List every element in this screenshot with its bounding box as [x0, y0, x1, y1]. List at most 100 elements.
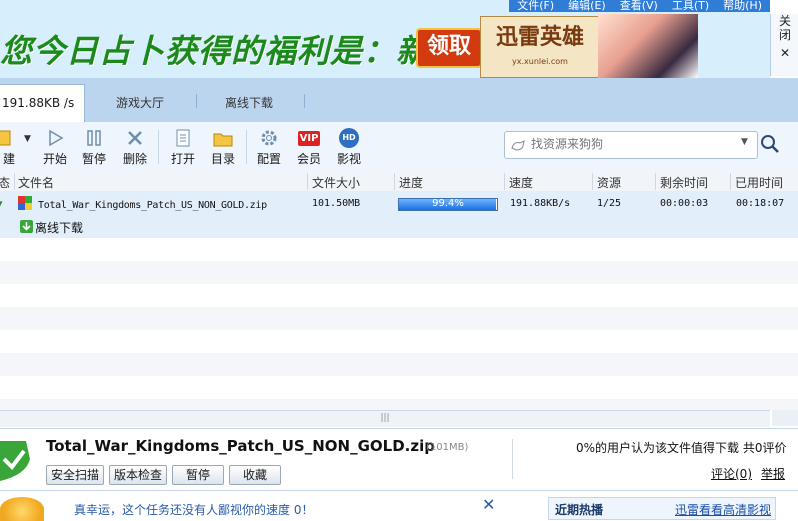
tab-downloading[interactable]: 191.88KB /s: [0, 84, 85, 123]
menu-view[interactable]: 查看(V): [620, 0, 658, 12]
shield-check-icon: [0, 441, 30, 481]
close-label-2: 闭: [778, 28, 791, 42]
new-task-icon: [0, 128, 12, 148]
bottom-bar: 真幸运，这个任务还没有人鄙视你的速度 0！ ✕ 近期热播 迅雷看看高清影视: [0, 490, 798, 521]
scroll-grip[interactable]: |||: [380, 413, 389, 423]
pause-button[interactable]: 暂停: [77, 128, 111, 167]
download-speed: 191.88KB/s: [510, 198, 571, 209]
offline-download-icon: [20, 220, 33, 233]
empty-row: [0, 238, 798, 261]
vip-button[interactable]: VIP 会员: [292, 128, 326, 167]
toolbar-divider: [246, 130, 247, 164]
status-arrow-icon: ▾: [0, 197, 3, 210]
table-row[interactable]: ▾ Total_War_Kingdoms_Patch_US_NON_GOLD.z…: [0, 191, 798, 238]
empty-row: [0, 353, 798, 376]
detail-pause-button[interactable]: 暂停: [172, 465, 224, 485]
col-elapsed[interactable]: 已用时间: [735, 174, 783, 191]
folder-label: 目录: [210, 152, 235, 166]
close-icon[interactable]: ✕: [771, 46, 798, 60]
claim-button[interactable]: 领取: [416, 28, 482, 68]
empty-row: [0, 376, 798, 399]
col-status[interactable]: 态: [0, 174, 10, 191]
col-divider[interactable]: [394, 173, 395, 190]
empty-row: [0, 330, 798, 353]
menu-file[interactable]: 文件(F): [517, 0, 554, 12]
open-button[interactable]: 打开: [166, 128, 200, 167]
rating-text: 0%的用户认为该文件值得下载 共0评价: [576, 441, 787, 455]
message-close-icon[interactable]: ✕: [482, 495, 495, 514]
search-icon[interactable]: [760, 134, 780, 154]
empty-row: [0, 307, 798, 330]
empty-row: [0, 284, 798, 307]
hot-video-link[interactable]: 迅雷看看高清影视: [675, 501, 771, 518]
security-scan-button[interactable]: 安全扫描: [46, 465, 104, 485]
game-logo[interactable]: 迅雷英雄 yx.xunlei.com: [480, 16, 600, 78]
config-label: 配置: [256, 152, 281, 166]
elapsed-time: 00:18:07: [736, 198, 785, 209]
folder-icon: [212, 128, 234, 148]
col-divider[interactable]: [655, 173, 656, 190]
tab-divider: [196, 94, 197, 108]
tab-bar: 191.88KB /s 游戏大厅 离线下载: [0, 78, 798, 123]
col-divider[interactable]: [592, 173, 593, 190]
banner-close-button[interactable]: 关 闭 ✕: [770, 14, 798, 76]
col-divider[interactable]: [14, 173, 15, 190]
detail-file-size: (101MB): [426, 442, 469, 453]
tab-game-hall[interactable]: 游戏大厅: [116, 94, 164, 111]
video-label: 影视: [336, 152, 361, 166]
speed-message: 真幸运，这个任务还没有人鄙视你的速度 0！: [74, 503, 314, 517]
emoji-face-icon: [0, 497, 44, 521]
logo-title: 迅雷英雄: [495, 24, 584, 50]
banner-character-image: [598, 14, 698, 78]
comment-link[interactable]: 评论(0): [711, 465, 752, 482]
file-name: Total_War_Kingdoms_Patch_US_NON_GOLD.zip: [38, 200, 267, 211]
col-divider[interactable]: [307, 173, 308, 190]
scroll-corner: [772, 410, 798, 426]
new-task-label: 建: [2, 152, 15, 166]
new-task-button[interactable]: 建: [0, 128, 18, 167]
tab-divider: [304, 94, 305, 108]
vip-icon: VIP: [297, 128, 321, 148]
version-check-button[interactable]: 版本检查: [109, 465, 167, 485]
tab-offline[interactable]: 离线下载: [225, 94, 273, 111]
hd-badge: HD: [339, 128, 359, 148]
col-remaining[interactable]: 剩余时间: [660, 174, 708, 191]
col-name[interactable]: 文件名: [18, 174, 54, 191]
file-detail-panel: Total_War_Kingdoms_Patch_US_NON_GOLD.zip…: [0, 428, 798, 491]
config-button[interactable]: 配置: [252, 128, 286, 167]
pause-icon: [83, 128, 105, 148]
detail-divider: [512, 439, 513, 479]
zip-file-icon: [18, 196, 32, 210]
menu-help[interactable]: 帮助(H): [723, 0, 762, 12]
col-divider[interactable]: [504, 173, 505, 190]
empty-row: [0, 261, 798, 284]
new-task-dropdown-icon[interactable]: ▼: [24, 134, 31, 144]
hot-title: 近期热播: [555, 503, 604, 517]
start-button[interactable]: 开始: [38, 128, 72, 167]
ad-banner[interactable]: 文件(F) 编辑(E) 查看(V) 工具(T) 帮助(H) 您今日占卜获得的福利…: [0, 0, 770, 78]
vip-label: 会员: [296, 152, 321, 166]
dog-icon: [511, 140, 525, 151]
menu-edit[interactable]: 编辑(E): [568, 0, 606, 12]
horizontal-scrollbar[interactable]: |||: [0, 410, 770, 427]
menu-tools[interactable]: 工具(T): [672, 0, 709, 12]
col-progress[interactable]: 进度: [399, 174, 423, 191]
favorite-button[interactable]: 收藏: [229, 465, 281, 485]
col-speed[interactable]: 速度: [509, 174, 533, 191]
logo-url: yx.xunlei.com: [512, 57, 568, 66]
col-divider[interactable]: [730, 173, 731, 190]
search-input[interactable]: [529, 136, 733, 152]
search-box[interactable]: ▼: [504, 131, 758, 159]
remaining-time: 00:00:03: [660, 198, 709, 209]
search-dropdown-icon[interactable]: ▼: [741, 137, 748, 147]
col-resource[interactable]: 资源: [597, 174, 621, 191]
col-size[interactable]: 文件大小: [312, 174, 360, 191]
video-button[interactable]: HD 影视: [332, 128, 366, 167]
progress-text: 99.4%: [432, 198, 464, 209]
report-link[interactable]: 举报: [761, 465, 785, 482]
gear-icon: [258, 128, 280, 148]
delete-button[interactable]: 删除: [118, 128, 152, 167]
table-header: 态 文件名 文件大小 进度 速度 资源 剩余时间 已用时间: [0, 172, 798, 192]
offline-download-link[interactable]: 离线下载: [35, 219, 83, 236]
folder-button[interactable]: 目录: [206, 128, 240, 167]
